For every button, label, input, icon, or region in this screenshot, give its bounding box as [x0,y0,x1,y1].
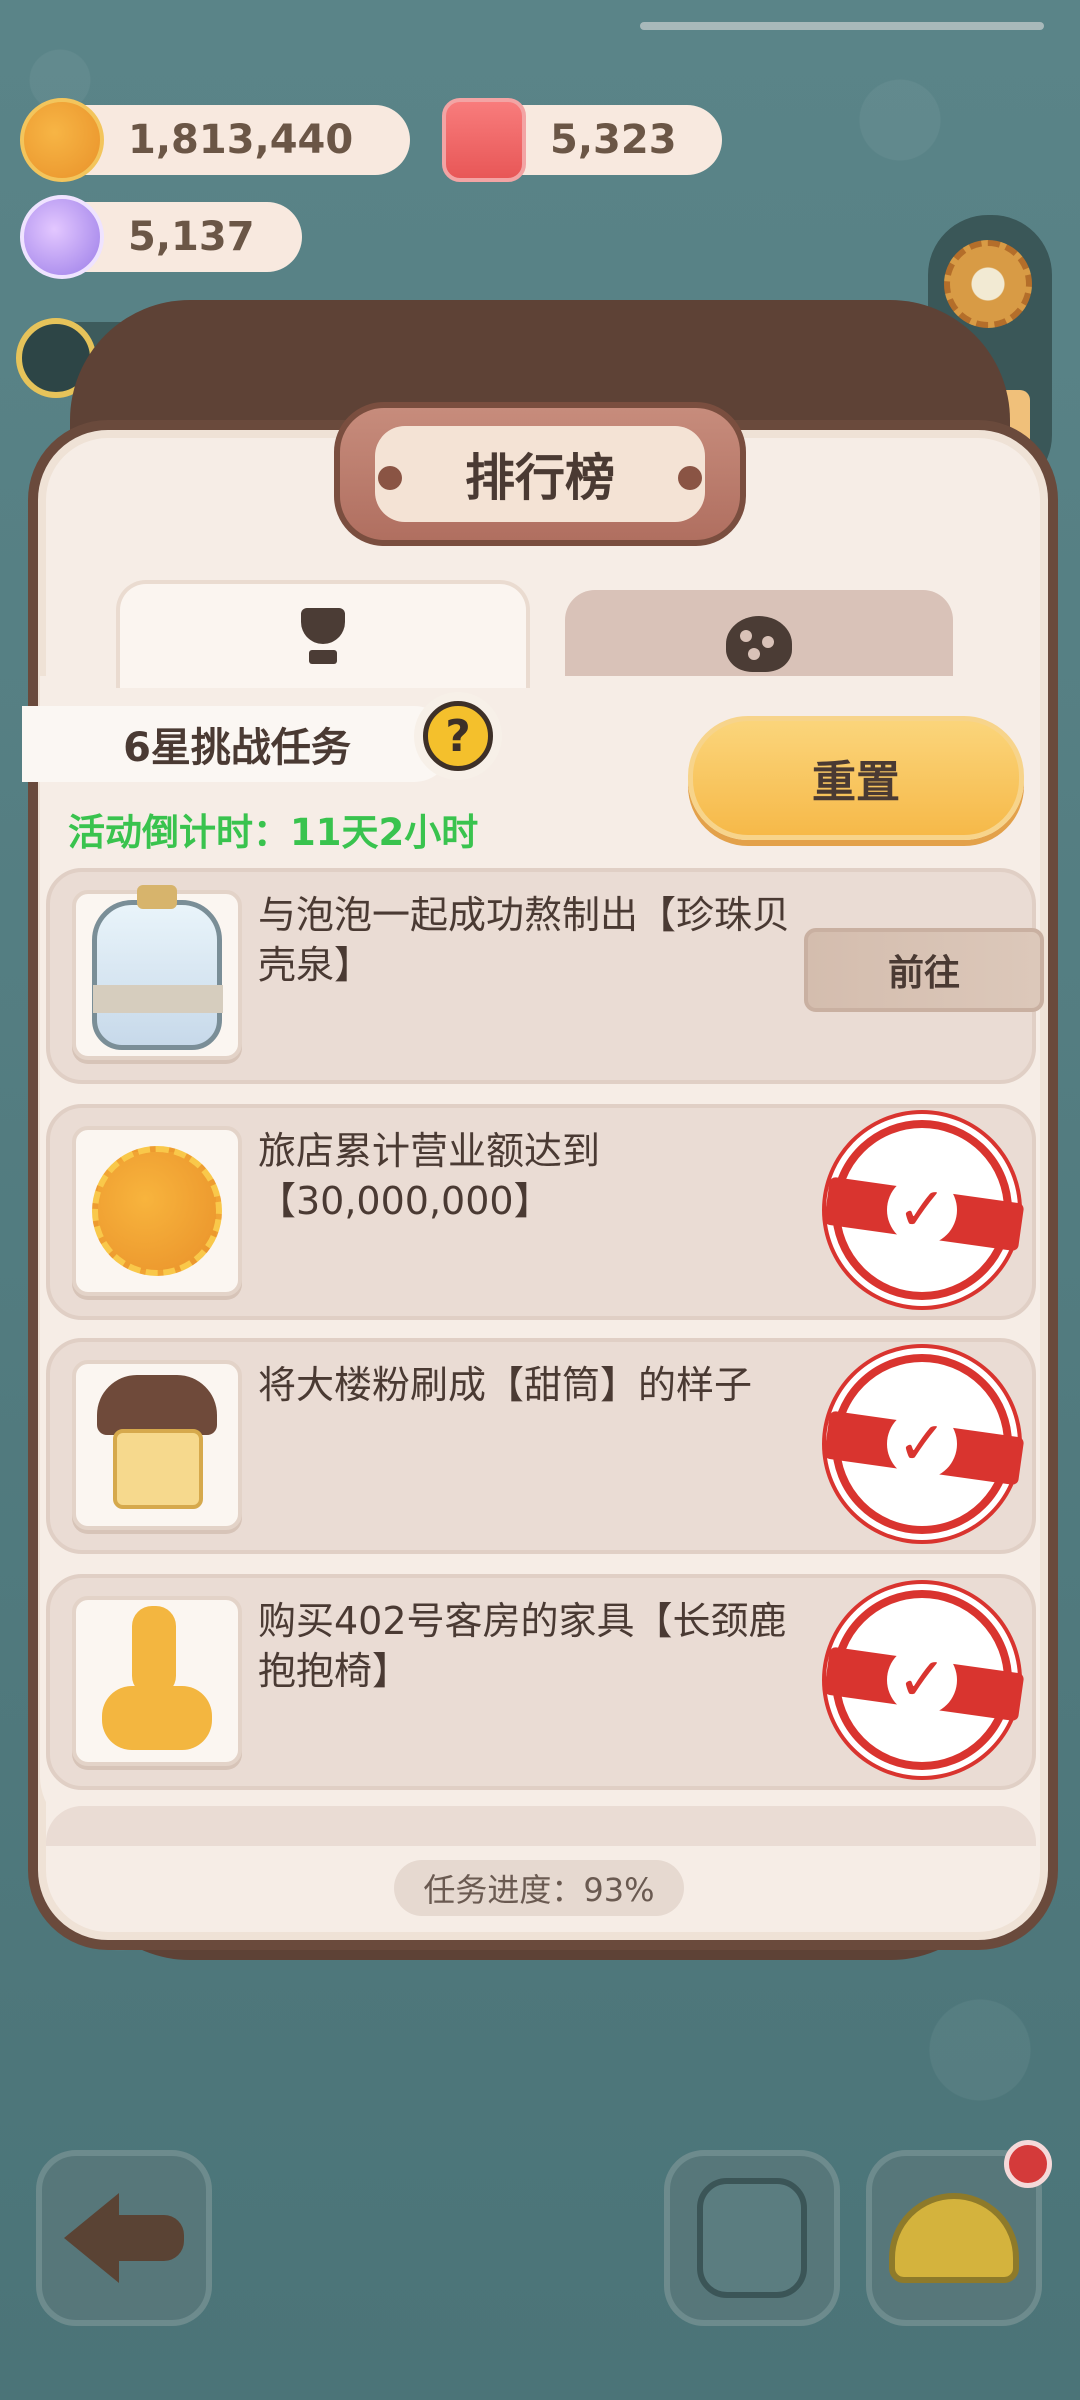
completed-stamp-icon: ✓ [832,1354,1012,1534]
completed-stamp-icon: ✓ [832,1590,1012,1770]
cookie-count: 1,813,440 [128,117,354,163]
task-thumbnail [72,1126,242,1296]
candle-currency[interactable]: 5,323 [442,98,722,182]
task-item: 与泡泡一起成功熬制出【珍珠贝壳泉】 前往 [46,868,1044,1084]
reset-button[interactable]: 重置 [688,716,1024,840]
candle-icon [442,98,526,182]
cookie-coin-icon [20,98,104,182]
pearl-shell-jar-icon [92,885,223,1050]
title-plate: 排行榜 [334,402,746,546]
back-arrow-icon [64,2193,184,2283]
task-thumbnail [72,1360,242,1530]
task-thumbnail [72,1596,242,1766]
completed-stamp-icon: ✓ [832,1120,1012,1300]
hat-icon [889,2193,1019,2283]
trophy-icon [287,604,359,668]
tab-trophy[interactable] [116,580,530,688]
notification-dot [1004,2140,1052,2188]
status-bar-indicator [640,22,1044,30]
giraffe-chair-icon [102,1606,212,1756]
cookie-coin-icon [92,1146,222,1276]
gear-icon[interactable] [944,240,1032,328]
challenge-label: 6星挑战任务 [22,706,452,782]
gem-currency[interactable]: 5,137 [20,195,302,279]
cookie-currency[interactable]: 1,813,440 [20,98,410,182]
task-progress: 任务进度：93% [394,1860,684,1916]
task-item: 旅店累计营业额达到【30,000,000】 ✓ [46,1104,1036,1320]
candle-count: 5,323 [550,117,677,163]
inventory-button[interactable] [664,2150,840,2326]
task-text: 与泡泡一起成功熬制出【珍珠贝壳泉】 [258,893,791,987]
task-text: 旅店累计营业额达到【30,000,000】 [258,1129,601,1223]
page-title: 排行榜 [375,426,705,522]
gem-candy-icon [20,195,104,279]
gem-count: 5,137 [128,214,255,260]
task-item: 购买402号客房的家具【长颈鹿抱抱椅】 ✓ [46,1574,1036,1790]
task-item: 将大楼粉刷成【甜筒】的样子 ✓ [46,1338,1036,1554]
cookie-icon [726,616,792,672]
event-countdown: 活动倒计时：11天2小时 [68,811,479,854]
back-button[interactable] [36,2150,212,2326]
task-item-partial [46,1806,1036,1846]
goto-button[interactable]: 前往 [804,928,1044,1012]
help-button[interactable]: ? [414,692,502,780]
cone-building-icon [97,1375,217,1515]
task-thumbnail [72,885,242,1060]
task-text: 将大楼粉刷成【甜筒】的样子 [258,1363,753,1407]
question-icon: ? [423,701,493,771]
task-text: 购买402号客房的家具【长颈鹿抱抱椅】 [258,1599,787,1693]
bag-icon [697,2178,807,2298]
